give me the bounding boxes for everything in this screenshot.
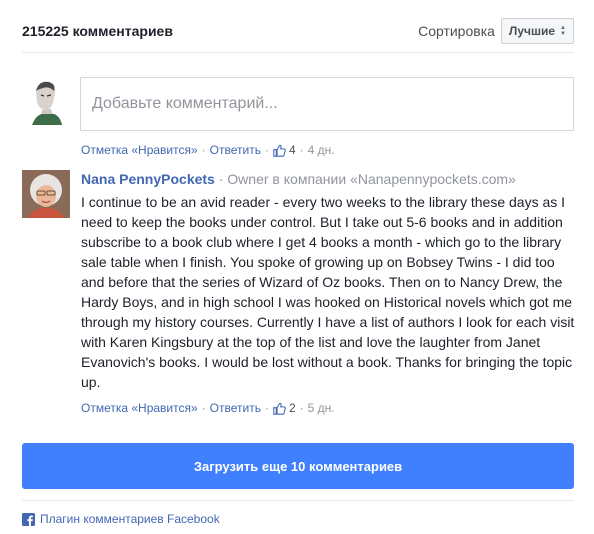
comment-header: Nana PennyPockets · Owner в компании «Na…	[81, 170, 575, 188]
comment-count: 215225 комментариев	[22, 23, 173, 39]
header-divider	[22, 52, 574, 53]
first-comment-actions: Отметка «Нравится» · Ответить · 4 · 4 дн…	[81, 143, 335, 157]
sort-label: Сортировка	[418, 23, 495, 39]
comment-author[interactable]: Nana PennyPockets	[81, 171, 215, 187]
timestamp: 5 дн.	[307, 401, 335, 415]
reply-link[interactable]: Ответить	[210, 401, 261, 415]
sort-select-value: Лучшие	[508, 24, 556, 38]
facebook-icon	[22, 512, 35, 526]
like-link[interactable]: Отметка «Нравится»	[81, 401, 198, 415]
separator: ·	[201, 401, 206, 415]
sort-select[interactable]: Лучшие ▲ ▼	[500, 18, 574, 44]
comment-text: I continue to be an avid reader - every …	[81, 194, 575, 390]
separator: ·	[264, 401, 269, 415]
like-count: 4	[288, 143, 296, 157]
separator: ·	[299, 401, 304, 415]
thumbs-up-icon	[273, 144, 286, 157]
plugin-link[interactable]: Плагин комментариев Facebook	[40, 512, 220, 526]
sort-control: Сортировка Лучшие ▲ ▼	[418, 18, 574, 44]
like-link[interactable]: Отметка «Нравится»	[81, 143, 198, 157]
current-user-avatar	[22, 77, 70, 125]
separator: ·	[218, 171, 228, 187]
comment-actions: Отметка «Нравится» · Ответить · 2 · 5 дн…	[81, 401, 335, 415]
timestamp: 4 дн.	[307, 143, 335, 157]
like-count: 2	[288, 401, 296, 415]
separator: ·	[299, 143, 304, 157]
sort-arrows-icon: ▲ ▼	[560, 25, 566, 37]
comments-header: 215225 комментариев Сортировка Лучшие ▲ ▼	[22, 14, 574, 48]
commenter-avatar[interactable]	[22, 170, 70, 218]
load-more-button[interactable]: Загрузить еще 10 комментариев	[22, 443, 574, 489]
separator: ·	[201, 143, 206, 157]
comment-body: Nana PennyPockets · Owner в компании «Na…	[81, 170, 575, 392]
separator: ·	[264, 143, 269, 157]
comment-composer	[22, 77, 574, 131]
footer-divider	[22, 500, 574, 501]
plugin-footer: Плагин комментариев Facebook	[22, 512, 220, 526]
thumbs-up-icon	[273, 402, 286, 415]
comment-author-role: Owner в компании «Nanapennypockets.com»	[227, 171, 516, 187]
reply-link[interactable]: Ответить	[210, 143, 261, 157]
comment-input[interactable]	[80, 77, 574, 131]
